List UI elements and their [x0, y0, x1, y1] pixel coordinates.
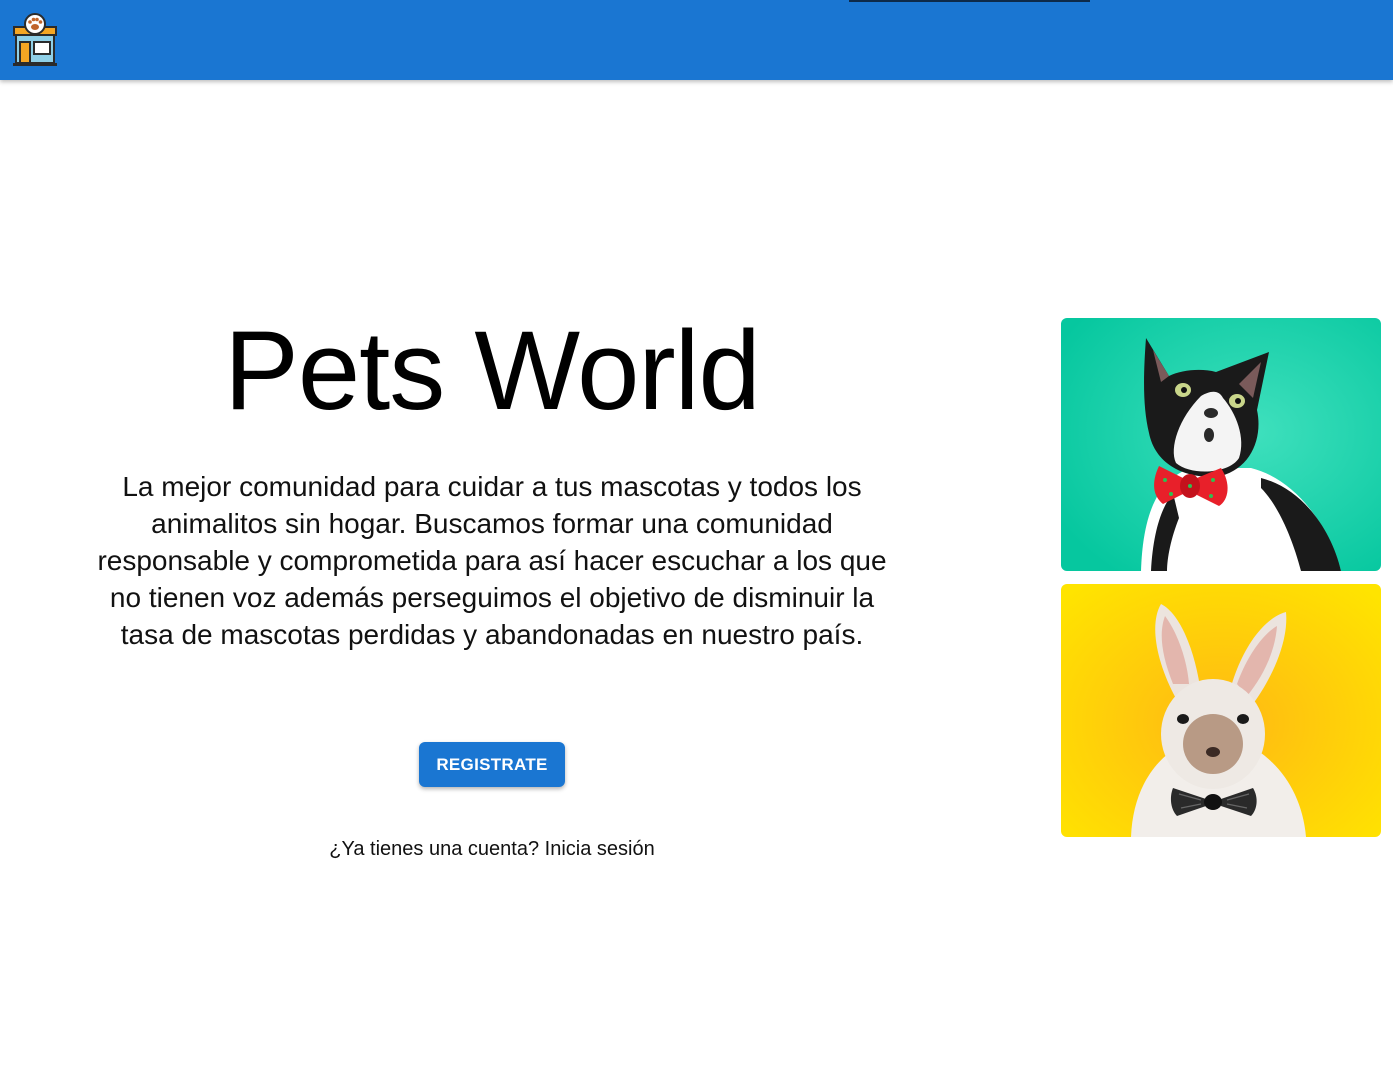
pet-shop-icon[interactable] — [10, 12, 60, 68]
login-prompt: ¿Ya tienes una cuenta? Inicia sesión — [192, 838, 792, 861]
login-question: ¿Ya tienes una cuenta? — [329, 838, 540, 860]
bunny-image — [1061, 584, 1381, 837]
app-bar — [0, 0, 1393, 80]
hero-description: La mejor comunidad para cuidar a tus mas… — [97, 471, 887, 650]
login-link[interactable]: Inicia sesión — [545, 838, 655, 860]
tab-indicator — [849, 0, 1090, 2]
hero-section: Pets World La mejor comunidad para cuida… — [0, 80, 1393, 1080]
cat-image — [1061, 318, 1381, 571]
register-button[interactable]: REGISTRATE — [419, 742, 565, 787]
page-title: Pets World — [224, 308, 761, 433]
